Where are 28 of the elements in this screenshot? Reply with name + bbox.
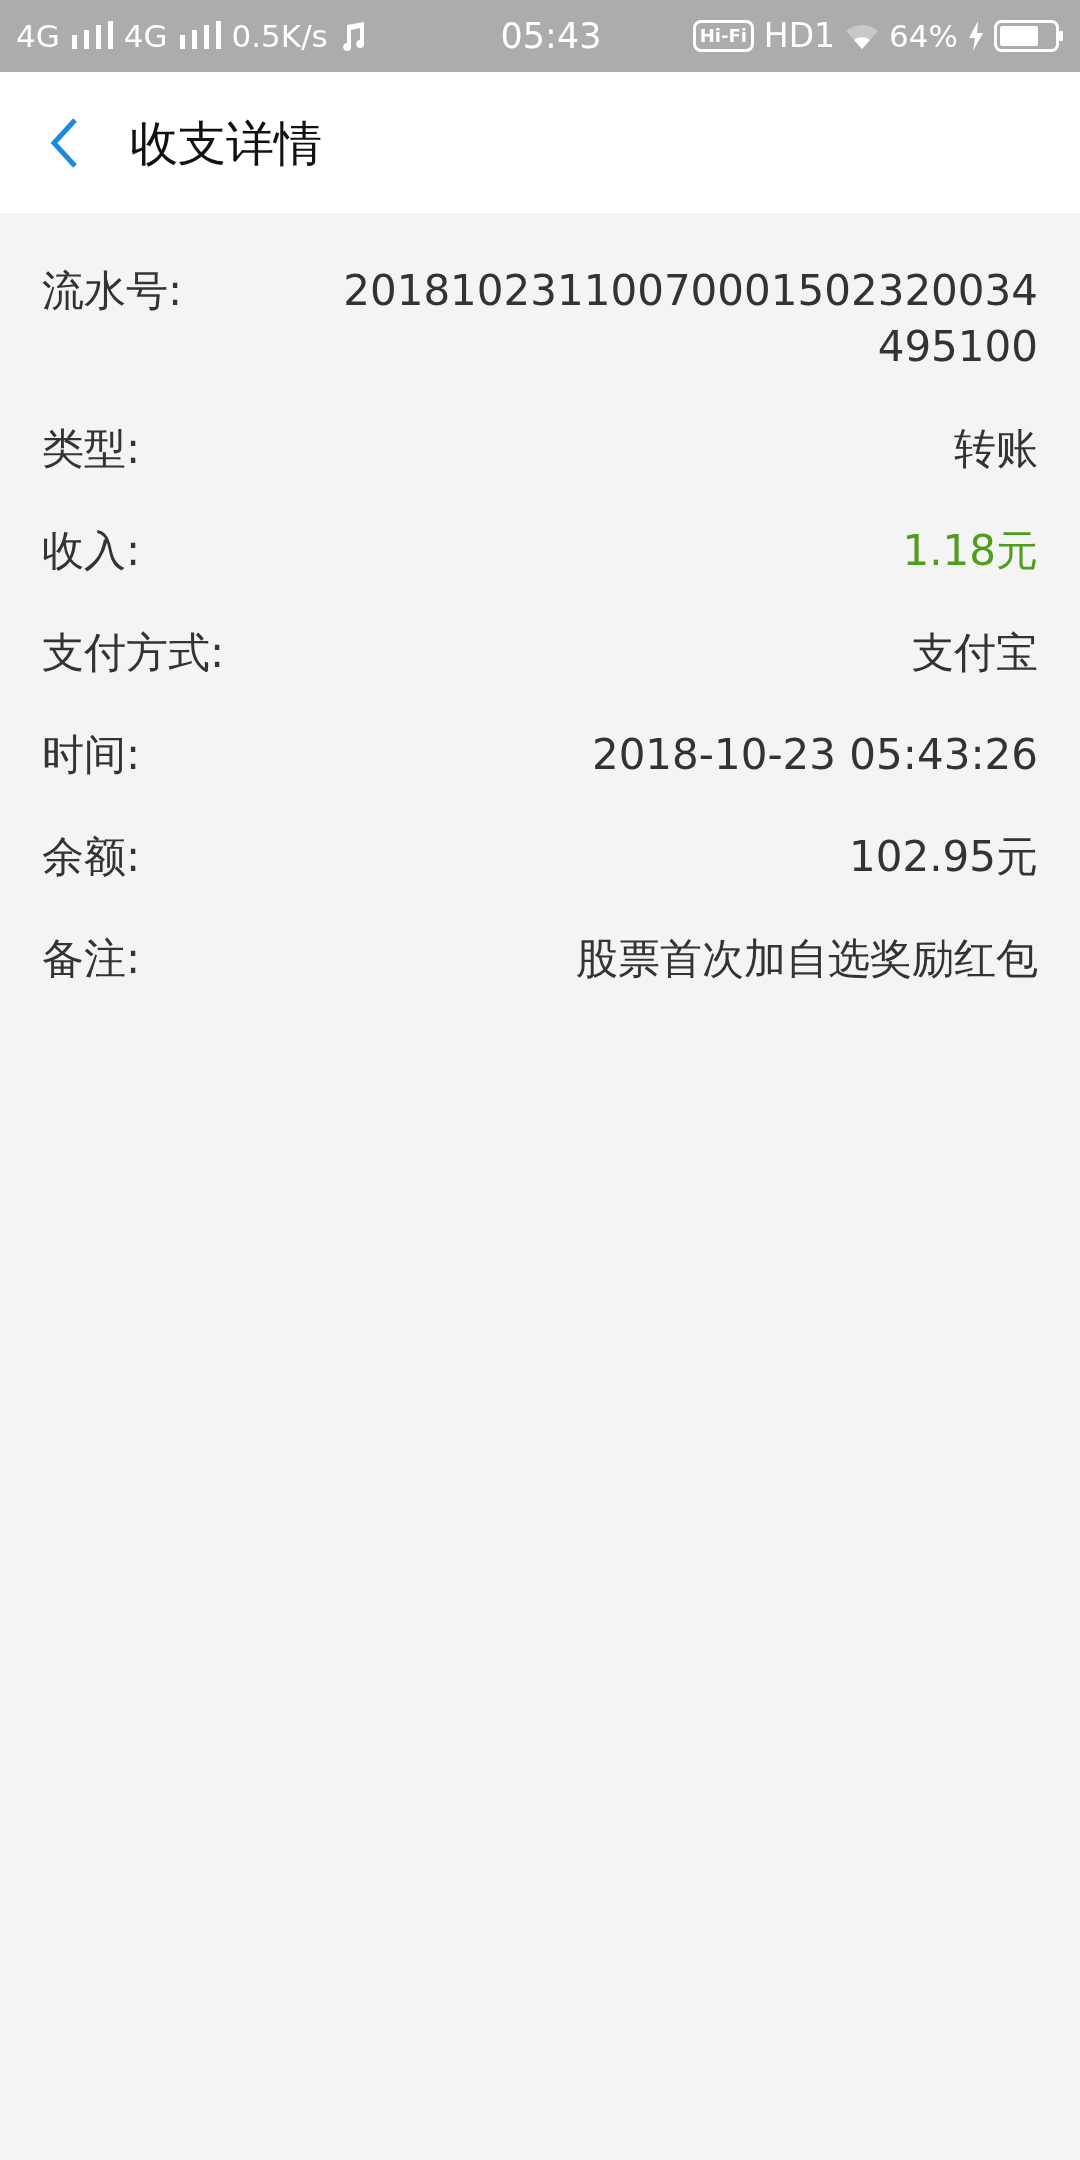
field-label: 时间: xyxy=(42,729,141,781)
speed-label: 0.5K/s xyxy=(231,16,328,56)
signal-icon xyxy=(69,21,114,51)
field-label: 流水号: xyxy=(42,265,183,317)
network-label: 4G xyxy=(16,16,60,56)
field-value: 转账 xyxy=(954,423,1038,475)
field-value: 股票首次加自选奖励红包 xyxy=(576,933,1038,985)
field-label: 收入: xyxy=(42,525,141,577)
wifi-icon xyxy=(845,23,880,49)
battery-icon xyxy=(994,20,1064,52)
hd-label: HD1 xyxy=(763,15,836,58)
field-label: 类型: xyxy=(42,423,141,475)
battery-percent: 64% xyxy=(889,16,958,56)
field-value: 2018-10-23 05:43:26 xyxy=(591,729,1038,781)
field-value: 102.95元 xyxy=(849,831,1038,883)
back-icon xyxy=(49,116,79,169)
field-label: 备注: xyxy=(42,933,141,985)
clock: 05:43 xyxy=(499,14,603,58)
field-value: 20181023110070001502320034495100 xyxy=(342,265,1038,373)
field-value: 1.18元 xyxy=(902,525,1038,577)
hifi-badge: Hi-Fi xyxy=(692,20,754,52)
charging-icon xyxy=(968,21,984,51)
page-title: 收支详情 xyxy=(130,113,322,173)
signal-icon xyxy=(177,21,222,51)
network-label: 4G xyxy=(123,16,168,56)
field-label: 余额: xyxy=(42,831,141,883)
field-value: 支付宝 xyxy=(912,627,1038,679)
field-label: 支付方式: xyxy=(42,627,225,679)
